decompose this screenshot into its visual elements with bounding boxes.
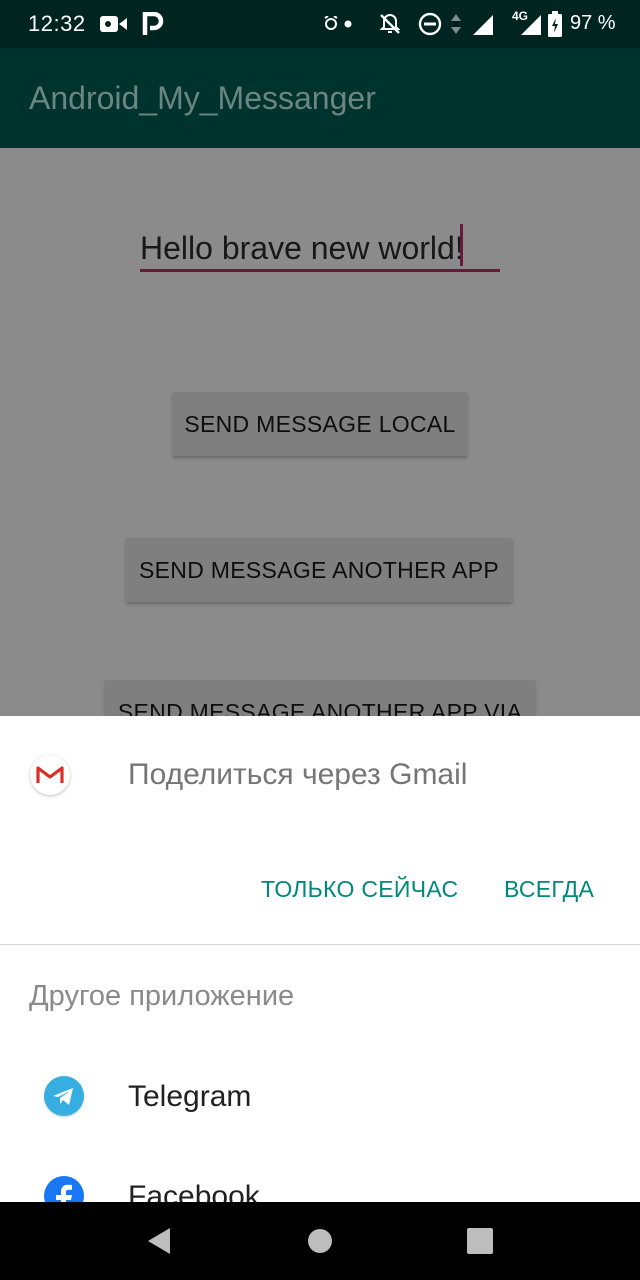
send-message-another-app-via-button[interactable]: SEND MESSAGE ANOTHER APP VIA	[105, 680, 535, 716]
video-camera-icon	[100, 16, 127, 32]
home-icon[interactable]	[303, 1224, 337, 1258]
data-arrows-icon	[451, 14, 461, 34]
recents-icon[interactable]	[463, 1224, 497, 1258]
sheet-divider	[0, 944, 640, 945]
battery-percent: 97 %	[570, 12, 616, 34]
app-item-facebook[interactable]: Facebook	[0, 1146, 640, 1202]
facebook-icon	[44, 1176, 84, 1202]
battery-icon	[548, 11, 562, 37]
gmail-icon	[30, 755, 70, 795]
signal-icon	[521, 15, 541, 35]
always-button[interactable]: ВСЕГДА	[504, 876, 594, 903]
wifi-icon	[473, 15, 493, 35]
dot-icon	[344, 20, 352, 28]
share-bottom-sheet: Поделиться через Gmail ТОЛЬКО СЕЙЧАС ВСЕ…	[0, 716, 640, 1202]
app-bar: Android_My_Messanger	[0, 48, 640, 148]
back-icon[interactable]	[143, 1224, 177, 1258]
status-bar: 12:32 4G 97 %	[0, 0, 640, 48]
status-time: 12:32	[28, 11, 86, 36]
app-item-telegram[interactable]: Telegram	[0, 1046, 640, 1146]
p-notification-icon	[142, 12, 164, 35]
text-cursor	[460, 224, 463, 266]
app-item-label: Facebook	[128, 1180, 260, 1202]
navigation-bar	[0, 1202, 640, 1280]
message-input[interactable]	[140, 224, 500, 272]
send-message-another-app-button[interactable]: SEND MESSAGE ANOTHER APP	[126, 538, 512, 602]
share-via-title: Поделиться через Gmail	[128, 758, 468, 791]
input-underline	[140, 269, 500, 272]
notifications-off-icon	[379, 13, 401, 34]
telegram-icon	[44, 1076, 84, 1116]
send-message-local-button[interactable]: SEND MESSAGE LOCAL	[173, 392, 467, 456]
just-once-button[interactable]: ТОЛЬКО СЕЙЧАС	[261, 876, 458, 903]
app-item-label: Telegram	[128, 1080, 252, 1113]
main-content: SEND MESSAGE LOCAL SEND MESSAGE ANOTHER …	[0, 148, 640, 716]
alarm-icon	[324, 16, 338, 30]
do-not-disturb-icon	[418, 12, 442, 36]
app-title: Android_My_Messanger	[29, 80, 376, 116]
other-app-heading: Другое приложение	[29, 980, 295, 1012]
